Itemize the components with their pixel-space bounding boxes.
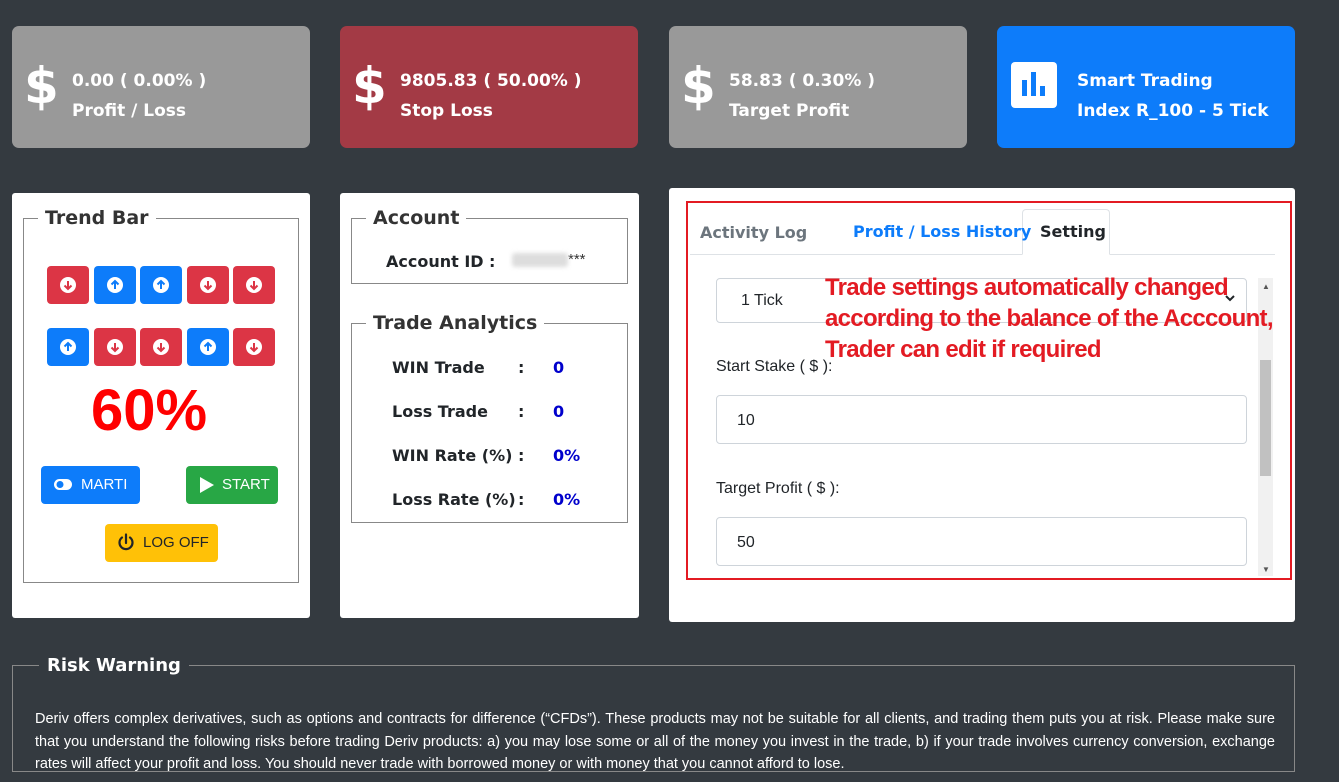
profit-loss-card: $ 0.00 ( 0.00% ) Profit / Loss <box>12 26 310 148</box>
start-stake-input[interactable]: 10 <box>716 395 1247 444</box>
target-profit-input-value: 50 <box>737 534 755 551</box>
trend-down-button <box>94 328 136 366</box>
trend-up-button <box>140 266 182 304</box>
log-off-label: LOG OFF <box>143 534 209 551</box>
arrow-down-icon <box>153 339 169 355</box>
arrow-up-icon <box>200 339 216 355</box>
trend-bar-title: Trend Bar <box>45 207 149 229</box>
target-profit-input[interactable]: 50 <box>716 517 1247 566</box>
trend-down-button <box>233 266 275 304</box>
target-profit-card: $ 58.83 ( 0.30% ) Target Profit <box>669 26 967 148</box>
trade-analytics-title: Trade Analytics <box>373 312 538 334</box>
annotation-text: Trade settings automatically changed acc… <box>825 274 1274 363</box>
tab-activity-log[interactable]: Activity Log <box>700 223 807 242</box>
tab-divider <box>690 254 1275 255</box>
arrow-up-icon <box>153 277 169 293</box>
log-off-button[interactable]: LOG OFF <box>105 524 218 562</box>
loss-trade-value: 0 <box>553 402 565 421</box>
toggle-icon <box>53 466 73 519</box>
tab-setting[interactable]: Setting <box>1040 222 1106 241</box>
start-stake-label: Start Stake ( $ ): <box>716 358 833 375</box>
tick-select-value: 1 Tick <box>741 292 783 309</box>
smart-trading-market: Index R_100 - 5 Tick <box>1077 101 1269 121</box>
account-fieldset: Account <box>351 207 628 284</box>
profit-loss-label: Profit / Loss <box>72 101 187 121</box>
stop-loss-value: 9805.83 ( 50.00% ) <box>400 71 582 91</box>
stop-loss-label: Stop Loss <box>400 101 493 121</box>
trend-up-button <box>94 266 136 304</box>
power-icon <box>117 524 135 577</box>
marti-toggle-button[interactable]: MARTI <box>41 466 140 504</box>
start-button[interactable]: START <box>186 466 278 504</box>
scroll-down-icon[interactable]: ▼ <box>1262 565 1270 574</box>
win-rate-value: 0% <box>553 446 581 465</box>
risk-warning-title: Risk Warning <box>47 655 181 676</box>
stat-colon: : <box>518 358 525 377</box>
start-label: START <box>222 476 270 493</box>
target-profit-input-label: Target Profit ( $ ): <box>716 480 840 497</box>
loss-trade-label: Loss Trade <box>392 402 488 421</box>
loss-rate-value: 0% <box>553 490 581 509</box>
start-stake-value: 10 <box>737 412 755 429</box>
marti-label: MARTI <box>81 476 128 493</box>
trend-up-button <box>47 328 89 366</box>
tab-profit-loss-history[interactable]: Profit / Loss History <box>853 222 1031 241</box>
arrow-down-icon <box>60 277 76 293</box>
bar-chart-icon <box>1011 62 1057 108</box>
dollar-icon: $ <box>24 57 59 115</box>
stat-colon: : <box>518 446 525 465</box>
dollar-icon: $ <box>681 57 716 115</box>
smart-trading-card: Smart Trading Index R_100 - 5 Tick <box>997 26 1295 148</box>
scrollbar-thumb[interactable] <box>1260 360 1271 476</box>
loss-rate-label: Loss Rate (%) <box>392 490 516 509</box>
smart-trading-title: Smart Trading <box>1077 71 1213 91</box>
account-title: Account <box>373 207 460 229</box>
arrow-up-icon <box>107 277 123 293</box>
arrow-down-icon <box>107 339 123 355</box>
account-id-value: *** <box>512 251 586 268</box>
stop-loss-card: $ 9805.83 ( 50.00% ) Stop Loss <box>340 26 638 148</box>
account-id-label: Account ID <box>386 252 484 271</box>
target-profit-label: Target Profit <box>729 101 850 121</box>
stat-colon: : <box>518 490 525 509</box>
dollar-icon: $ <box>352 57 387 115</box>
trend-down-button <box>140 328 182 366</box>
win-rate-label: WIN Rate (%) <box>392 446 513 465</box>
play-icon <box>199 466 215 519</box>
account-id-colon: : <box>489 252 496 271</box>
trend-down-button <box>233 328 275 366</box>
redacted-id <box>512 253 568 268</box>
profit-loss-value: 0.00 ( 0.00% ) <box>72 71 207 91</box>
target-profit-value: 58.83 ( 0.30% ) <box>729 71 876 91</box>
arrow-down-icon <box>246 339 262 355</box>
risk-warning-text: Deriv offers complex derivatives, such a… <box>35 711 1275 772</box>
trend-percentage: 60% <box>90 378 208 443</box>
trend-down-button <box>187 266 229 304</box>
trend-down-button <box>47 266 89 304</box>
arrow-down-icon <box>246 277 262 293</box>
arrow-up-icon <box>60 339 76 355</box>
arrow-down-icon <box>200 277 216 293</box>
risk-warning-box: Risk Warning Deriv offers complex deriva… <box>12 655 1295 772</box>
stat-colon: : <box>518 402 525 421</box>
trend-up-button <box>187 328 229 366</box>
win-trade-value: 0 <box>553 358 565 377</box>
win-trade-label: WIN Trade <box>392 358 485 377</box>
